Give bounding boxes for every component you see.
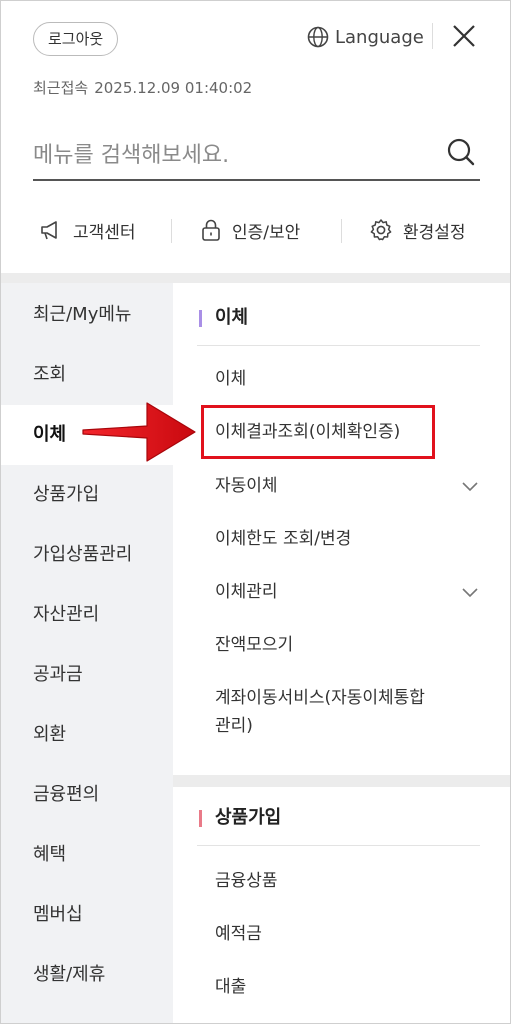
customer-center-label: 고객센터	[73, 222, 136, 243]
nav-item-benefits[interactable]: 혜택	[1, 825, 173, 885]
last-login-info: 최근접속 2025.12.09 01:40:02	[33, 77, 252, 98]
submenu-panel: 이체 이체 이체결과조회(이체확인증) 자동이체 이체한도 조회/변경 이체관리…	[173, 283, 510, 1023]
nav-item-inquiry[interactable]: 조회	[1, 345, 173, 405]
section-title-product-signup: 상품가입	[197, 803, 480, 843]
nav-item-product-signup[interactable]: 상품가입	[1, 465, 173, 525]
submenu-item-loans[interactable]: 대출	[215, 973, 480, 1001]
submenu-item-transfer-limit[interactable]: 이체한도 조회/변경	[215, 525, 480, 553]
section-title-transfer: 이체	[197, 303, 480, 343]
section-divider	[197, 345, 480, 346]
nav-item-asset-management[interactable]: 자산관리	[1, 585, 173, 645]
language-button[interactable]: Language	[307, 23, 424, 51]
submenu-item-account-switch[interactable]: 계좌이동서비스(자동이체통합 관리)	[215, 684, 480, 740]
nav-item-life-partnership[interactable]: 생활/제휴	[1, 945, 173, 1005]
submenu-item-financial-products[interactable]: 금융상품	[215, 867, 480, 895]
settings-button[interactable]: 환경설정	[369, 209, 466, 251]
language-label: Language	[335, 26, 424, 48]
highlight-box	[201, 405, 435, 459]
nav-item-product-management[interactable]: 가입상품관리	[1, 525, 173, 585]
megaphone-icon	[41, 221, 57, 240]
submenu-item-transfer[interactable]: 이체	[215, 365, 480, 393]
nav-item-utility-bills[interactable]: 공과금	[1, 645, 173, 705]
security-button[interactable]: 인증/보안	[200, 209, 300, 251]
menu-screen: 로그아웃 Language 최근접속 2025.12.09 01:40:02 메뉴…	[0, 0, 511, 1024]
customer-center-button[interactable]: 고객센터	[39, 209, 136, 251]
close-icon[interactable]	[449, 21, 479, 51]
submenu-item-deposits[interactable]: 예적금	[215, 920, 480, 948]
gear-icon	[370, 219, 392, 241]
search-icon[interactable]	[446, 137, 476, 167]
logout-button[interactable]: 로그아웃	[33, 22, 119, 56]
last-login-value: 2025.12.09 01:40:02	[94, 79, 253, 97]
divider	[432, 23, 433, 49]
globe-icon	[307, 26, 329, 48]
section-divider	[197, 845, 480, 846]
divider	[171, 219, 172, 243]
submenu-item-transfer-management[interactable]: 이체관리	[215, 578, 480, 606]
lock-icon	[202, 219, 220, 241]
section-divider	[1, 273, 510, 283]
quick-links: 고객센터 인증/보안 환경설정	[1, 209, 510, 251]
left-nav: 최근/My메뉴 조회 이체 상품가입 가입상품관리 자산관리 공과금 외환 금융…	[1, 283, 173, 1023]
section-divider	[173, 775, 510, 787]
settings-label: 환경설정	[403, 222, 466, 243]
chevron-down-icon[interactable]	[460, 582, 480, 602]
nav-item-financial-convenience[interactable]: 금융편의	[1, 765, 173, 825]
search-placeholder: 메뉴를 검색해보세요.	[33, 143, 230, 168]
pointer-arrow-icon	[82, 402, 196, 462]
submenu-item-label-line2: 관리)	[215, 716, 253, 736]
security-label: 인증/보안	[232, 222, 301, 243]
nav-item-foreign-exchange[interactable]: 외환	[1, 705, 173, 765]
menu-header: 로그아웃 Language 최근접속 2025.12.09 01:40:02 메뉴…	[1, 1, 510, 273]
divider	[341, 219, 342, 243]
search-input[interactable]: 메뉴를 검색해보세요.	[33, 129, 480, 181]
submenu-item-auto-transfer[interactable]: 자동이체	[215, 472, 480, 500]
submenu-item-balance-collect[interactable]: 잔액모으기	[215, 631, 480, 659]
last-login-label: 최근접속	[33, 79, 89, 97]
nav-item-recent-my-menu[interactable]: 최근/My메뉴	[1, 285, 173, 345]
submenu-item-label: 계좌이동서비스(자동이체통합	[215, 688, 425, 708]
nav-item-membership[interactable]: 멤버십	[1, 885, 173, 945]
chevron-down-icon[interactable]	[460, 476, 480, 496]
